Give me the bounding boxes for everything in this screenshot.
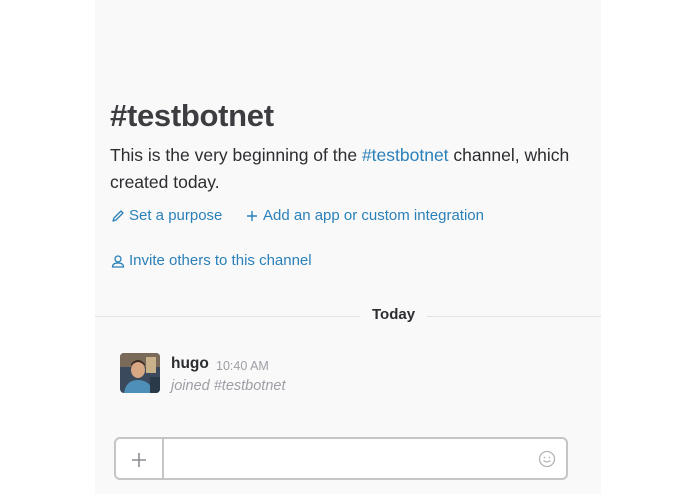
message-text: joined #testbotnet bbox=[171, 378, 286, 394]
set-purpose-label: Set a purpose bbox=[129, 207, 223, 224]
intro-text-before: This is the very beginning of the bbox=[110, 145, 362, 165]
channel-link[interactable]: #testbotnet bbox=[362, 145, 449, 165]
set-purpose-link[interactable]: Set a purpose bbox=[111, 207, 222, 224]
smiley-icon[interactable] bbox=[538, 450, 556, 468]
message-timestamp[interactable]: 10:40 AM bbox=[216, 359, 269, 373]
intro-line-2: created today. bbox=[110, 172, 220, 192]
avatar[interactable] bbox=[120, 353, 160, 393]
message-author[interactable]: hugo bbox=[171, 355, 209, 373]
invite-link[interactable]: Invite others to this channel bbox=[111, 252, 312, 269]
message-input[interactable] bbox=[164, 439, 524, 478]
page: #testbotnet This is the very beginning o… bbox=[0, 0, 695, 494]
channel-intro: This is the very beginning of the #testb… bbox=[110, 142, 601, 196]
intro-line-1: This is the very beginning of the #testb… bbox=[110, 142, 601, 169]
pencil-icon bbox=[111, 209, 125, 223]
channel-panel: #testbotnet This is the very beginning o… bbox=[95, 0, 601, 494]
day-divider bbox=[95, 316, 601, 317]
composer-plus-button[interactable] bbox=[116, 439, 164, 478]
message-composer bbox=[114, 437, 568, 480]
channel-title: #testbotnet bbox=[110, 98, 274, 133]
invite-label: Invite others to this channel bbox=[129, 252, 312, 269]
add-app-link[interactable]: Add an app or custom integration bbox=[245, 207, 484, 224]
plus-icon bbox=[245, 209, 259, 223]
add-app-label: Add an app or custom integration bbox=[263, 207, 484, 224]
day-divider-label: Today bbox=[360, 306, 428, 323]
plus-icon bbox=[131, 446, 147, 472]
intro-text-after: channel, which bbox=[448, 145, 570, 165]
person-icon bbox=[111, 254, 125, 268]
